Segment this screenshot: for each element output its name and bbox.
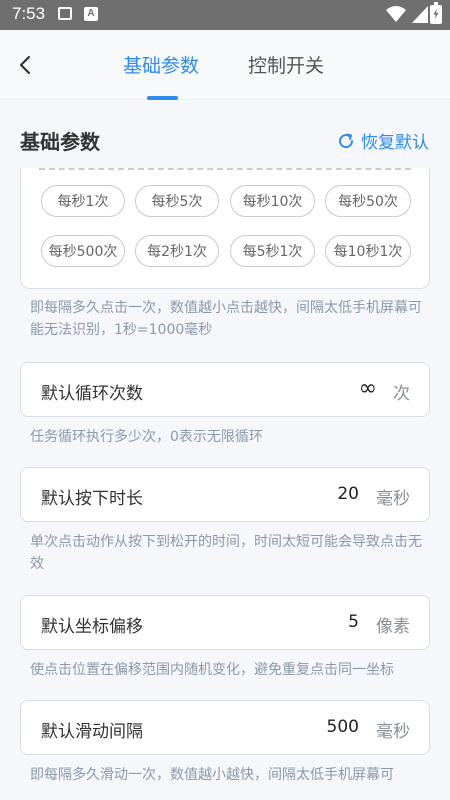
refresh-icon [339,133,354,148]
coordinate-offset-label: 默认坐标偏移 [41,617,143,637]
press-duration-value[interactable]: 20 [337,484,359,504]
preset-chip[interactable]: 每5秒1次 [230,235,315,267]
preset-chip[interactable]: 每秒500次 [41,235,125,267]
preset-chip[interactable]: 每秒5次 [135,185,219,217]
preset-chip[interactable]: 每秒1次 [41,185,125,217]
status-bar: 7:53 A [0,0,450,30]
interval-hint: 即每隔多久点击一次，数值越小点击越快，间隔太低手机屏幕可能无法识别，1秒=100… [30,300,422,338]
top-nav-bar: 基础参数 控制开关 [0,30,450,100]
tab-basic-params[interactable]: 基础参数 [123,51,199,78]
press-duration-unit: 毫秒 [376,489,410,509]
section-title: 基础参数 [20,130,100,154]
loop-count-value[interactable]: ∞ [359,376,377,401]
wifi-icon [386,6,406,22]
coordinate-offset-field[interactable]: 默认坐标偏移 5 像素 [20,595,430,650]
loop-hint: 任务循环执行多少次，0表示无限循环 [30,429,263,445]
swipe-interval-label: 默认滑动间隔 [41,722,143,742]
active-tab-indicator [147,96,178,100]
a-notification-icon: A [84,7,98,21]
preset-chip[interactable]: 每10秒1次 [325,235,411,267]
preset-chip[interactable]: 每秒50次 [325,185,411,217]
swipe-interval-field[interactable]: 默认滑动间隔 500 毫秒 [20,700,430,755]
loop-count-label: 默认循环次数 [41,384,143,404]
reset-default-button[interactable]: 恢复默认 [337,128,429,153]
press-duration-label: 默认按下时长 [41,489,143,509]
reset-default-label: 恢复默认 [361,133,429,153]
tab-control-switches[interactable]: 控制开关 [248,51,324,78]
chevron-left-icon [19,55,31,75]
status-time: 7:53 [12,4,46,23]
swipe-hint: 即每隔多久滑动一次，数值越小越快，间隔太低手机屏幕可 [30,767,394,783]
cellular-icon [412,6,428,23]
coordinate-offset-unit: 像素 [376,617,410,637]
preset-chip[interactable]: 每2秒1次 [135,235,219,267]
battery-charging-icon [430,2,442,24]
press-hint: 单次点击动作从按下到松开的时间，时间太短可能会导致点击无效 [30,534,422,572]
image-icon [58,7,72,20]
loop-count-field[interactable]: 默认循环次数 ∞ 次 [20,362,430,417]
coordinate-offset-value[interactable]: 5 [348,612,359,632]
preset-chip[interactable]: 每秒10次 [230,185,315,217]
offset-hint: 使点击位置在偏移范围内随机变化，避免重复点击同一坐标 [30,662,394,678]
swipe-interval-value[interactable]: 500 [327,717,359,737]
swipe-interval-unit: 毫秒 [376,722,410,742]
press-duration-field[interactable]: 默认按下时长 20 毫秒 [20,467,430,522]
interval-preset-card: 每秒1次 每秒5次 每秒10次 每秒50次 每秒500次 每2秒1次 每5秒1次… [20,168,430,289]
loop-count-unit: 次 [393,384,410,404]
back-button[interactable] [14,50,38,80]
